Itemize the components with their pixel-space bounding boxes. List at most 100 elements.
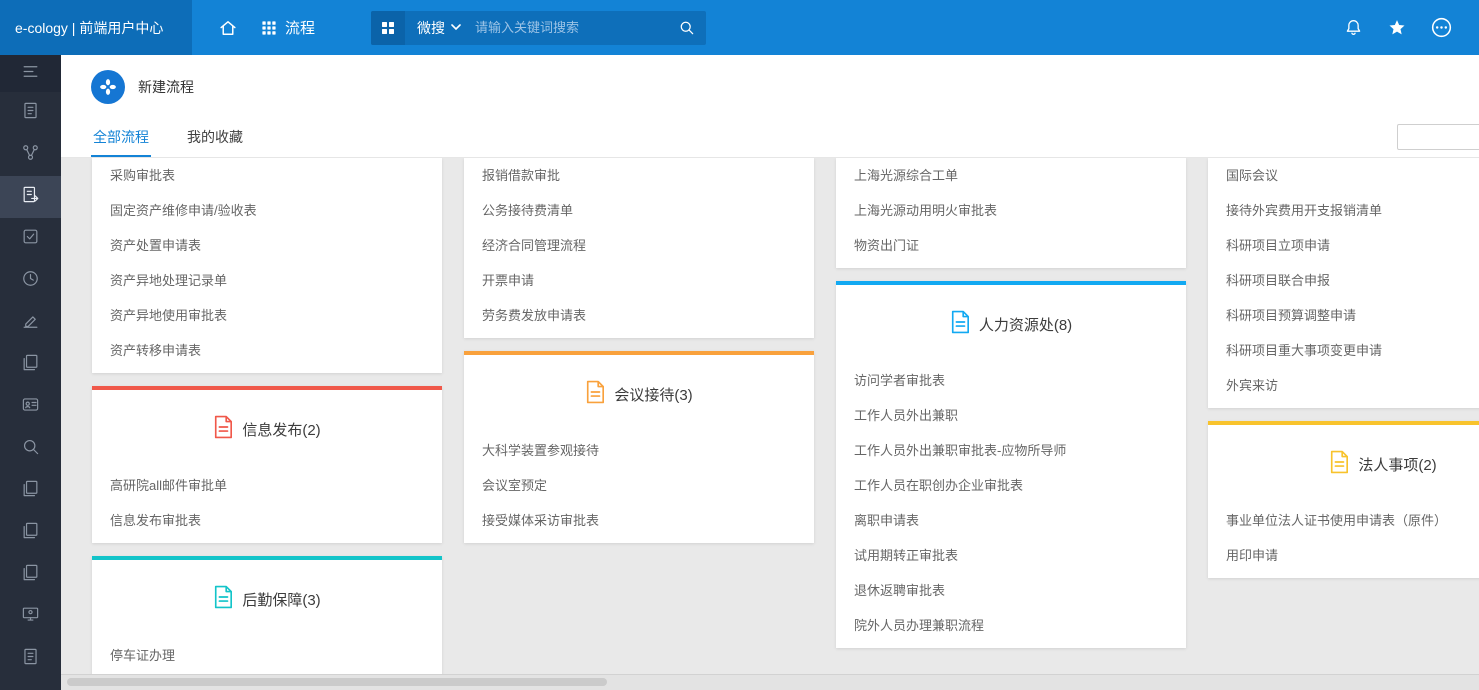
more-button[interactable] <box>1429 16 1453 40</box>
category-document-icon <box>585 380 605 409</box>
topbar-search: 微搜 <box>371 11 706 45</box>
process-link[interactable]: 资产异地处理记录单 <box>92 263 442 298</box>
process-link[interactable]: 会议室预定 <box>464 468 814 503</box>
topbar-actions <box>1341 16 1479 40</box>
process-link[interactable]: 上海光源动用明火审批表 <box>836 193 1186 228</box>
bell-icon <box>1343 17 1364 38</box>
workflow-icon <box>21 143 40 167</box>
process-link[interactable]: 科研项目立项申请 <box>1208 228 1479 263</box>
horizontal-scrollbar[interactable] <box>61 674 1479 690</box>
home-icon <box>217 17 239 39</box>
process-link[interactable]: 采购审批表 <box>92 158 442 193</box>
sidebar-item-pending[interactable] <box>0 260 61 302</box>
process-column: 报销借款审批公务接待费清单经济合同管理流程开票申请劳务费发放申请表会议接待(3)… <box>464 158 814 543</box>
process-link[interactable]: 公务接待费清单 <box>464 193 814 228</box>
category-title: 法人事项(2) <box>1358 454 1436 475</box>
home-button[interactable] <box>214 14 242 42</box>
process-link[interactable]: 固定资产维修申请/验收表 <box>92 193 442 228</box>
process-link[interactable]: 工作人员外出兼职审批表-应物所导师 <box>836 433 1186 468</box>
category-title: 会议接待(3) <box>614 384 692 405</box>
process-link[interactable]: 资产处置申请表 <box>92 228 442 263</box>
tab-my-favorites[interactable]: 我的收藏 <box>185 118 245 157</box>
scrollbar-thumb[interactable] <box>67 678 607 686</box>
notifications-button[interactable] <box>1341 16 1365 40</box>
keyword-search-input[interactable] <box>473 11 666 45</box>
process-link[interactable]: 离职申请表 <box>836 503 1186 538</box>
process-link[interactable]: 事业单位法人证书使用申请表（原件） <box>1208 503 1479 538</box>
documents-icon <box>21 101 40 125</box>
chevron-down-icon <box>451 24 461 31</box>
favorites-button[interactable] <box>1385 16 1409 40</box>
process-link[interactable]: 接待外宾费用开支报销清单 <box>1208 193 1479 228</box>
process-link[interactable]: 上海光源综合工单 <box>836 158 1186 193</box>
process-list: 大科学装置参观接待会议室预定接受媒体采访审批表 <box>464 433 814 543</box>
category-card: 信息发布(2) 高研院all邮件审批单信息发布审批表 <box>92 386 442 543</box>
app-logo[interactable]: e-cology | 前端用户中心 <box>0 0 192 55</box>
search-engine-select[interactable]: 微搜 <box>405 18 473 38</box>
process-link[interactable]: 资产异地使用审批表 <box>92 298 442 333</box>
process-link[interactable]: 开票申请 <box>464 263 814 298</box>
process-link[interactable]: 访问学者审批表 <box>836 363 1186 398</box>
process-column: 上海光源综合工单上海光源动用明火审批表物资出门证人力资源处(8)访问学者审批表工… <box>836 158 1186 648</box>
sidebar-item-monitor[interactable] <box>0 596 61 638</box>
process-list: 报销借款审批公务接待费清单经济合同管理流程开票申请劳务费发放申请表 <box>464 158 814 338</box>
sidebar-item-archive-3[interactable] <box>0 554 61 596</box>
new-process-icon <box>21 185 40 209</box>
sidebar-item-search[interactable] <box>0 428 61 470</box>
sidebar-item-copies[interactable] <box>0 344 61 386</box>
page-title: 新建流程 <box>138 77 194 97</box>
tabbar: 全部流程 我的收藏 <box>61 118 1479 158</box>
documents-2-icon <box>21 647 40 671</box>
process-link[interactable]: 科研项目预算调整申请 <box>1208 298 1479 333</box>
process-link[interactable]: 试用期转正审批表 <box>836 538 1186 573</box>
process-list: 国际会议接待外宾费用开支报销清单科研项目立项申请科研项目联合申报科研项目预算调整… <box>1208 158 1479 408</box>
category-title: 信息发布(2) <box>242 419 320 440</box>
process-link[interactable]: 高研院all邮件审批单 <box>92 468 442 503</box>
process-link[interactable]: 资产转移申请表 <box>92 333 442 368</box>
process-link[interactable]: 用印申请 <box>1208 538 1479 573</box>
archive-2-icon <box>21 521 40 545</box>
sidebar-item-collapse[interactable] <box>0 55 61 92</box>
tab-all-processes[interactable]: 全部流程 <box>91 118 151 157</box>
process-link[interactable]: 退休返聘审批表 <box>836 573 1186 608</box>
process-link[interactable]: 科研项目联合申报 <box>1208 263 1479 298</box>
process-link[interactable]: 工作人员外出兼职 <box>836 398 1186 433</box>
todo-tasks-icon <box>21 227 40 251</box>
search-apps-button[interactable] <box>371 11 405 45</box>
process-link[interactable]: 信息发布审批表 <box>92 503 442 538</box>
sidebar-item-new-process[interactable] <box>0 176 61 218</box>
process-link[interactable]: 接受媒体采访审批表 <box>464 503 814 538</box>
grid-menu-icon <box>260 19 278 37</box>
process-list: 事业单位法人证书使用申请表（原件）用印申请 <box>1208 503 1479 578</box>
sidebar-item-workflow[interactable] <box>0 134 61 176</box>
category-title: 后勤保障(3) <box>242 589 320 610</box>
process-link[interactable]: 国际会议 <box>1208 158 1479 193</box>
process-link[interactable]: 经济合同管理流程 <box>464 228 814 263</box>
search-icon <box>678 19 695 36</box>
process-link[interactable]: 工作人员在职创办企业审批表 <box>836 468 1186 503</box>
topbar: e-cology | 前端用户中心 流程 微搜 <box>0 0 1479 55</box>
sidebar-item-todo-tasks[interactable] <box>0 218 61 260</box>
process-link[interactable]: 大科学装置参观接待 <box>464 433 814 468</box>
sidebar-item-archive-1[interactable] <box>0 470 61 512</box>
process-link[interactable]: 劳务费发放申请表 <box>464 298 814 333</box>
process-columns: 采购审批表固定资产维修申请/验收表资产处置申请表资产异地处理记录单资产异地使用审… <box>61 158 1479 674</box>
nav-process[interactable]: 流程 <box>260 17 315 38</box>
process-link[interactable]: 外宾来访 <box>1208 368 1479 403</box>
process-link[interactable]: 科研项目重大事项变更申请 <box>1208 333 1479 368</box>
category-document-icon <box>950 310 970 339</box>
sidebar-item-documents[interactable] <box>0 92 61 134</box>
sidebar-item-archive-2[interactable] <box>0 512 61 554</box>
sidebar <box>0 55 61 690</box>
sidebar-item-contacts[interactable] <box>0 386 61 428</box>
process-search-input[interactable] <box>1397 124 1479 150</box>
sidebar-item-drafts[interactable] <box>0 302 61 344</box>
copies-icon <box>21 353 40 377</box>
search-button[interactable] <box>666 11 706 45</box>
process-link[interactable]: 院外人员办理兼职流程 <box>836 608 1186 643</box>
sidebar-item-documents-2[interactable] <box>0 638 61 680</box>
process-link[interactable]: 停车证办理 <box>92 638 442 673</box>
process-column: 采购审批表固定资产维修申请/验收表资产处置申请表资产异地处理记录单资产异地使用审… <box>92 158 442 674</box>
process-link[interactable]: 物资出门证 <box>836 228 1186 263</box>
process-link[interactable]: 报销借款审批 <box>464 158 814 193</box>
